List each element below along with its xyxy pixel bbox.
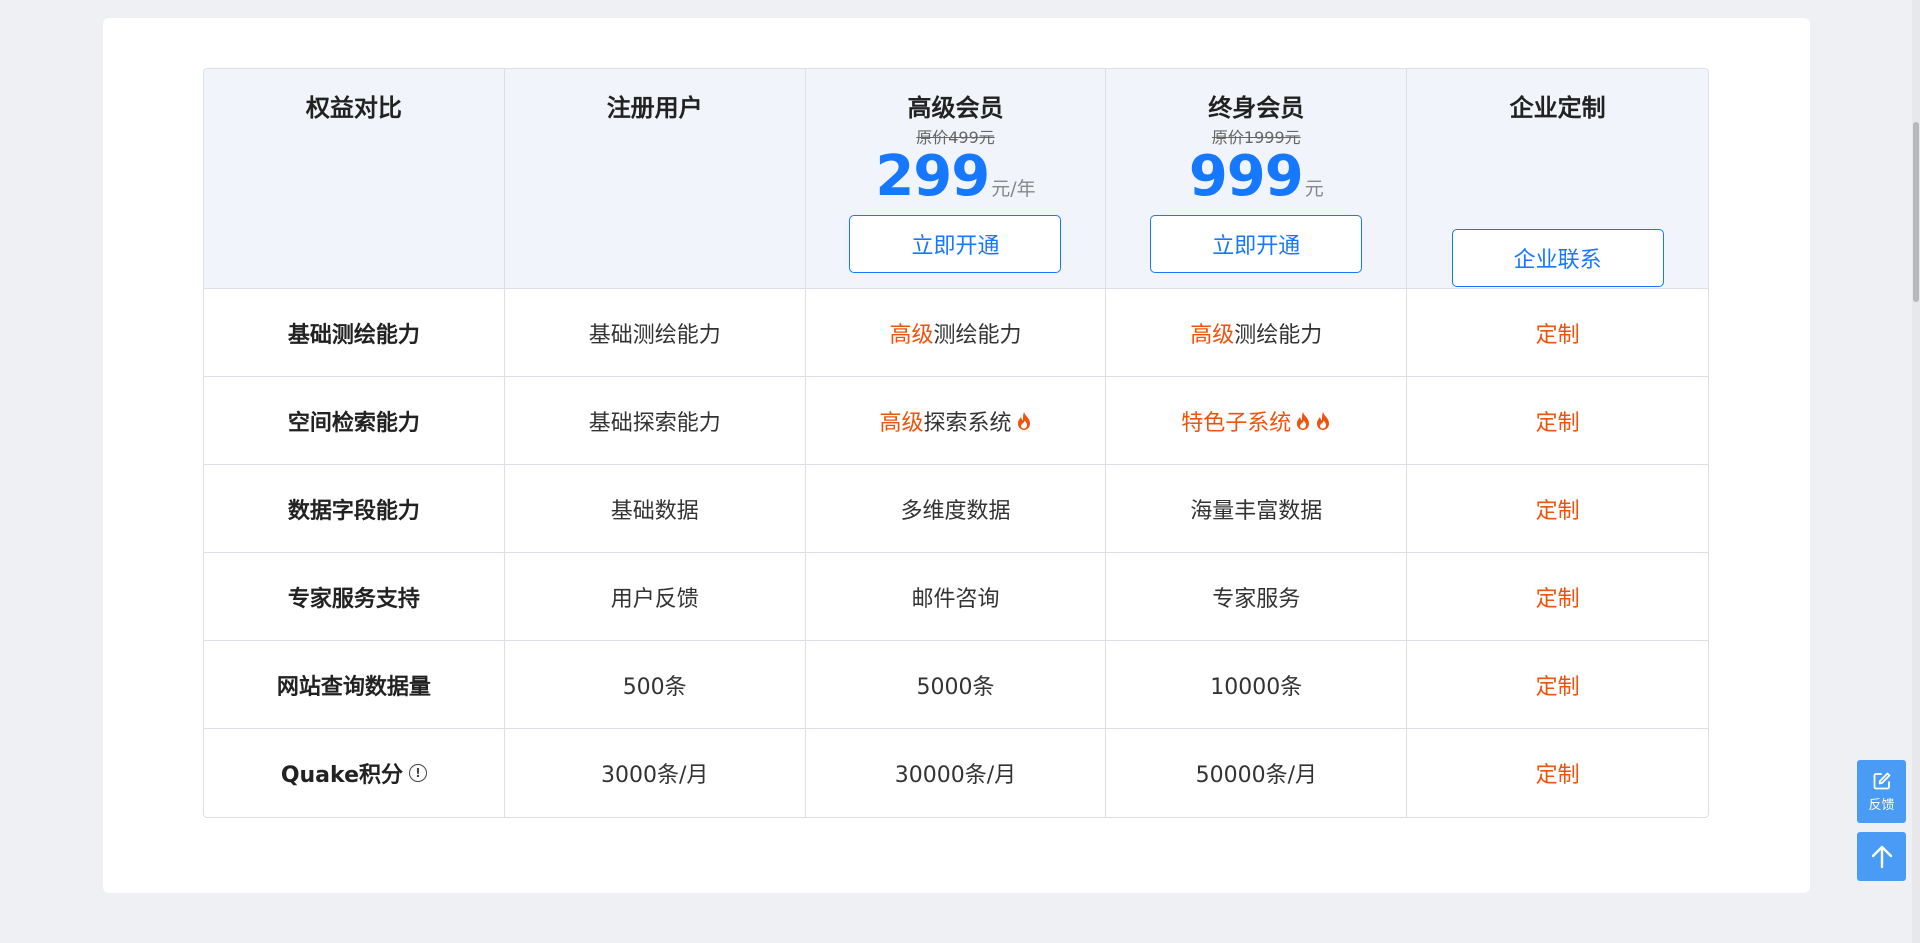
header-title: 企业定制 xyxy=(1509,94,1606,122)
header-title: 权益对比 xyxy=(305,94,402,122)
cell-premium: 邮件咨询 xyxy=(805,553,1107,641)
cell-free: 用户反馈 xyxy=(504,553,806,641)
cell-premium: 高级 测绘能力 xyxy=(805,289,1107,377)
premium-subscribe-button[interactable]: 立即开通 xyxy=(849,215,1062,273)
row-label: 基础测绘能力 xyxy=(204,289,505,377)
header-benefits: 权益对比 xyxy=(204,69,505,289)
row-label: 空间检索能力 xyxy=(204,377,505,465)
header-registered-user: 注册用户 xyxy=(504,69,806,289)
arrow-up-icon xyxy=(1871,845,1892,868)
cell-lifetime: 海量丰富数据 xyxy=(1106,465,1408,553)
price-unit: 元 xyxy=(1304,178,1324,200)
cell-text: 测绘能力 xyxy=(933,322,1022,348)
cell-lifetime: 10000条 xyxy=(1106,641,1408,729)
fire-icon xyxy=(1317,411,1330,430)
edit-icon xyxy=(1873,772,1890,789)
row-label: 数据字段能力 xyxy=(204,465,505,553)
highlight-text: 高级 xyxy=(1190,322,1235,348)
row-label: 网站查询数据量 xyxy=(204,641,505,729)
enterprise-contact-button[interactable]: 企业联系 xyxy=(1451,229,1664,287)
pricing-card: 权益对比 注册用户 高级会员 原价499元 299 元/年 立即开通 终身会员 … xyxy=(103,18,1810,893)
cell-free: 基础测绘能力 xyxy=(504,289,806,377)
row-label-quake-points: Quake积分 ! xyxy=(204,729,505,817)
cell-premium: 5000条 xyxy=(805,641,1107,729)
cell-premium: 30000条/月 xyxy=(806,729,1107,817)
feedback-button[interactable]: 反馈 xyxy=(1857,760,1906,823)
page-scrollbar[interactable] xyxy=(1912,0,1920,943)
highlight-text: 高级 xyxy=(889,322,934,348)
cell-premium: 多维度数据 xyxy=(805,465,1107,553)
cell-free: 500条 xyxy=(504,641,806,729)
header-title: 注册用户 xyxy=(606,94,703,122)
cell-lifetime: 50000条/月 xyxy=(1106,729,1408,817)
highlight-text: 特色子系统 xyxy=(1181,410,1292,436)
cell-enterprise: 定制 xyxy=(1407,465,1708,553)
cell-lifetime: 专家服务 xyxy=(1106,553,1408,641)
header-lifetime-member: 终身会员 原价1999元 999 元 立即开通 xyxy=(1106,69,1408,289)
row-label: 专家服务支持 xyxy=(204,553,505,641)
fire-icon xyxy=(1297,411,1310,430)
header-title: 终身会员 xyxy=(1208,94,1305,122)
cell-premium: 高级 探索系统 xyxy=(805,377,1107,465)
cell-enterprise: 定制 xyxy=(1407,641,1708,729)
cell-lifetime: 高级 测绘能力 xyxy=(1106,289,1408,377)
header-enterprise: 企业定制 企业联系 xyxy=(1407,69,1708,289)
cell-enterprise: 定制 xyxy=(1535,763,1580,788)
cell-enterprise: 定制 xyxy=(1407,289,1708,377)
cell-text: 探索系统 xyxy=(923,410,1012,436)
fire-icon xyxy=(1017,411,1030,430)
back-to-top-button[interactable] xyxy=(1857,832,1906,881)
cell-text: 测绘能力 xyxy=(1234,322,1323,348)
scrollbar-thumb[interactable] xyxy=(1913,122,1919,302)
header-title: 高级会员 xyxy=(907,94,1004,122)
row-label-text: Quake积分 xyxy=(280,763,403,788)
info-icon[interactable]: ! xyxy=(408,764,427,782)
cell-free: 基础探索能力 xyxy=(504,377,806,465)
cell-enterprise: 定制 xyxy=(1407,377,1708,465)
price-unit: 元/年 xyxy=(991,178,1036,200)
cell-free: 基础数据 xyxy=(504,465,806,553)
cell-enterprise: 定制 xyxy=(1407,553,1708,641)
price-amount: 999 xyxy=(1188,144,1304,209)
benefits-comparison-table: 权益对比 注册用户 高级会员 原价499元 299 元/年 立即开通 终身会员 … xyxy=(203,68,1709,818)
price: 299 元/年 xyxy=(875,147,1035,207)
header-premium-member: 高级会员 原价499元 299 元/年 立即开通 xyxy=(805,69,1107,289)
price-amount: 299 xyxy=(875,144,990,209)
cell-free: 3000条/月 xyxy=(505,729,806,817)
cell-lifetime: 特色子系统 xyxy=(1106,377,1408,465)
lifetime-subscribe-button[interactable]: 立即开通 xyxy=(1150,215,1363,273)
price: 999 元 xyxy=(1189,147,1324,207)
feedback-label: 反馈 xyxy=(1868,797,1895,813)
highlight-text: 高级 xyxy=(879,410,924,436)
